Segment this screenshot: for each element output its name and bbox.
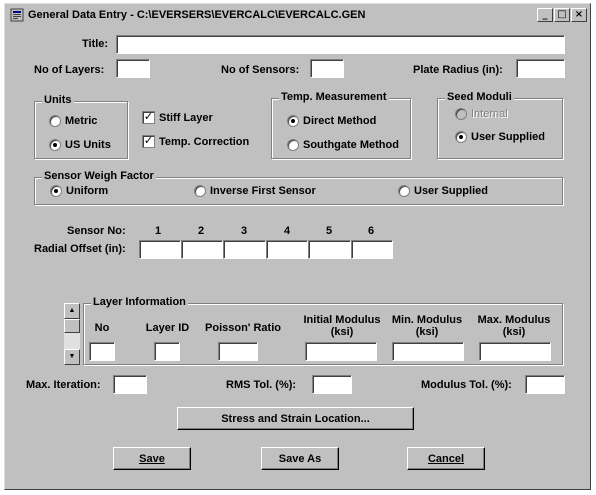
radio-checked-icon	[455, 131, 467, 143]
layer-id-input[interactable]	[154, 342, 180, 361]
temp-correction-label: Temp. Correction	[159, 135, 250, 148]
temp-measurement-title: Temp. Measurement	[279, 91, 389, 103]
seed-moduli-title: Seed Moduli	[445, 91, 514, 103]
radial-offset-input-1[interactable]	[139, 240, 181, 259]
scroll-up-icon[interactable]: ▲	[64, 303, 80, 319]
radial-offset-input-3[interactable]	[223, 240, 266, 259]
layer-scrollbar[interactable]: ▲ ▼	[64, 303, 80, 365]
minimize-button[interactable]: _	[537, 8, 553, 22]
max-iteration-input[interactable]	[113, 375, 147, 394]
min-modulus-input[interactable]	[392, 342, 464, 361]
sensor-number: 2	[198, 225, 205, 237]
sensor-number: 1	[155, 225, 162, 237]
radio-icon	[49, 115, 61, 127]
direct-method-label: Direct Method	[303, 115, 377, 127]
rms-tol-input[interactable]	[312, 375, 352, 394]
maximize-button[interactable]: □	[554, 8, 570, 22]
seed-internal-label: Internal	[471, 108, 508, 120]
layer-no-input[interactable]	[89, 342, 115, 361]
modulus-tol-label: Modulus Tol. (%):	[421, 379, 512, 391]
layers-label: No of Layers:	[34, 64, 105, 76]
southgate-method-label: Southgate Method	[303, 139, 399, 151]
seed-user-supplied-label: User Supplied	[471, 131, 545, 143]
stiff-layer-label: Stiff Layer	[159, 111, 213, 124]
save-button[interactable]: Save	[113, 447, 191, 470]
checkmark-icon: ✓	[142, 110, 155, 124]
layers-input[interactable]	[116, 59, 150, 78]
max-modulus-input[interactable]	[479, 342, 551, 361]
radial-offset-label: Radial Offset (in):	[34, 243, 126, 255]
app-icon	[10, 8, 24, 22]
sensor-number: 6	[368, 225, 375, 237]
weigh-inverse-radio[interactable]: Inverse First Sensor	[194, 185, 316, 197]
plate-radius-input[interactable]	[516, 59, 565, 78]
radial-offset-input-5[interactable]	[308, 240, 351, 259]
scroll-down-icon[interactable]: ▼	[64, 349, 80, 365]
radio-icon	[398, 185, 410, 197]
radio-checked-icon	[50, 185, 62, 197]
close-button[interactable]: ×	[571, 8, 587, 22]
southgate-method-radio[interactable]: Southgate Method	[287, 139, 399, 151]
title-bar[interactable]: General Data Entry - C:\EVERSERS\EVERCAL…	[7, 6, 588, 24]
weigh-user-supplied-label: User Supplied	[414, 185, 488, 197]
sensor-weigh-title: Sensor Weigh Factor	[42, 170, 156, 182]
layer-info-title: Layer Information	[91, 296, 188, 308]
sensor-number: 3	[241, 225, 248, 237]
weigh-user-supplied-radio[interactable]: User Supplied	[398, 185, 488, 197]
modulus-tol-input[interactable]	[525, 375, 565, 394]
cancel-label: Cancel	[427, 452, 465, 465]
seed-internal-radio: Internal	[455, 108, 508, 120]
radial-offset-input-6[interactable]	[351, 240, 393, 259]
sensor-number: 4	[284, 225, 291, 237]
radio-disabled-icon	[455, 108, 467, 120]
checkmark-icon: ✓	[142, 134, 155, 148]
layer-col-poisson: Poisson' Ratio	[205, 322, 281, 334]
sensor-number: 5	[326, 225, 333, 237]
rms-tol-label: RMS Tol. (%):	[226, 379, 297, 391]
units-us-label: US Units	[65, 139, 111, 151]
layer-col-max-modulus: Max. Modulus (ksi)	[477, 314, 551, 338]
save-as-button[interactable]: Save As	[261, 447, 339, 470]
direct-method-radio[interactable]: Direct Method	[287, 115, 376, 127]
layer-col-initial-modulus: Initial Modulus (ksi)	[303, 314, 381, 338]
units-group-title: Units	[42, 94, 74, 106]
radio-icon	[287, 139, 299, 151]
save-as-label: Save As	[278, 452, 322, 465]
weigh-uniform-label: Uniform	[66, 185, 109, 197]
temp-correction-checkbox[interactable]: ✓ Temp. Correction	[142, 135, 249, 148]
poisson-ratio-input[interactable]	[218, 342, 258, 361]
weigh-inverse-label: Inverse First Sensor	[210, 185, 316, 197]
window-title: General Data Entry - C:\EVERSERS\EVERCAL…	[28, 9, 366, 21]
sensors-label: No of Sensors:	[221, 64, 300, 76]
radio-checked-icon	[287, 115, 299, 127]
units-metric-label: Metric	[65, 115, 98, 127]
max-iteration-label: Max. Iteration:	[26, 379, 101, 391]
weigh-uniform-radio[interactable]: Uniform	[50, 185, 108, 197]
stress-strain-location-button[interactable]: Stress and Strain Location...	[177, 407, 414, 430]
layer-col-min-modulus: Min. Modulus (ksi)	[391, 314, 463, 338]
radial-offset-input-4[interactable]	[266, 240, 308, 259]
seed-user-supplied-radio[interactable]: User Supplied	[455, 131, 545, 143]
save-label: Save	[139, 452, 165, 465]
radial-offset-input-2[interactable]	[181, 240, 223, 259]
radio-checked-icon	[49, 139, 61, 151]
radio-icon	[194, 185, 206, 197]
sensors-input[interactable]	[310, 59, 344, 78]
sensor-no-label: Sensor No:	[67, 225, 126, 237]
plate-radius-label: Plate Radius (in):	[413, 64, 503, 76]
initial-modulus-input[interactable]	[305, 342, 377, 361]
units-metric-radio[interactable]: Metric	[49, 115, 97, 127]
layer-col-no: No	[94, 322, 110, 334]
scroll-thumb[interactable]	[64, 319, 80, 333]
units-us-radio[interactable]: US Units	[49, 139, 111, 151]
cancel-button[interactable]: Cancel	[407, 447, 485, 470]
title-label: Title:	[82, 38, 109, 50]
title-input[interactable]	[116, 35, 565, 54]
layer-col-id: Layer ID	[145, 322, 190, 334]
stiff-layer-checkbox[interactable]: ✓ Stiff Layer	[142, 111, 213, 124]
